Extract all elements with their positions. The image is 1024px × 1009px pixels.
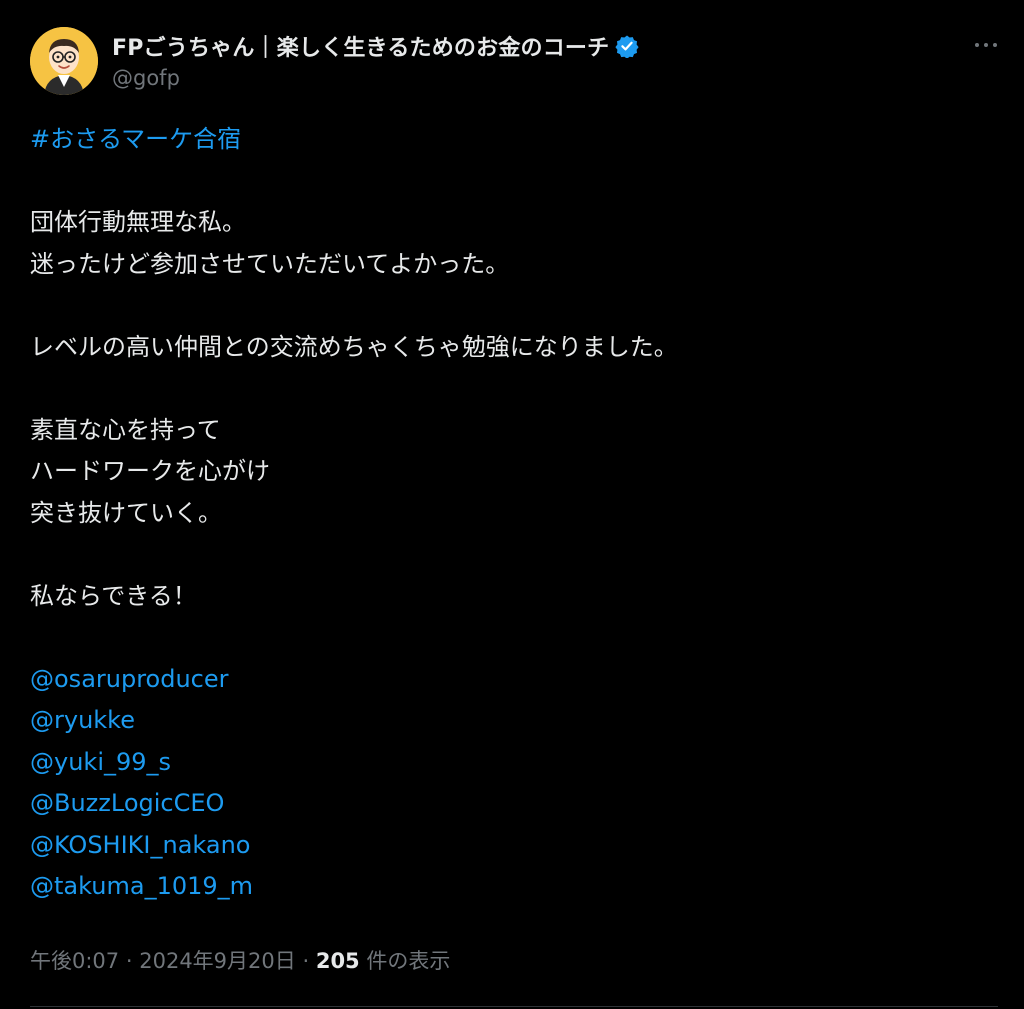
meta-separator: · (302, 949, 310, 973)
more-dot (993, 43, 997, 47)
divider (30, 1006, 998, 1007)
tweet-line: 団体行動無理な私。 (30, 208, 246, 236)
author-display-name[interactable]: FPごうちゃん｜楽しく生きるためのお金のコーチ (112, 30, 609, 62)
tweet-meta: 午後0:07 · 2024年9月20日 · 205 件の表示 (30, 944, 450, 978)
tweet-line: 私ならできる！ (30, 581, 197, 610)
verified-badge-icon (615, 34, 639, 59)
mention-link[interactable]: @ryukke (30, 700, 990, 742)
views-label: 件の表示 (366, 949, 451, 973)
mention-link[interactable]: @KOSHIKI_nakano (30, 825, 990, 867)
meta-separator: · (125, 949, 133, 973)
author-avatar[interactable] (30, 27, 98, 95)
tweet-time[interactable]: 午後0:07 (30, 949, 119, 973)
mention-link[interactable]: @takuma_1019_m (30, 866, 990, 908)
tweet-line: 突き抜けていく。 (30, 498, 222, 527)
mention-link[interactable]: @BuzzLogicCEO (30, 783, 990, 825)
tweet-line: 素直な心を持って (30, 415, 221, 444)
tweet-date[interactable]: 2024年9月20日 (139, 949, 296, 973)
more-dot (975, 43, 979, 47)
tweet-line: 迷ったけど参加させていただいてよかった。 (30, 249, 510, 278)
view-count: 205 (315, 949, 360, 973)
mention-link[interactable]: @osaruproducer (30, 659, 990, 701)
avatar-illustration-icon (30, 27, 98, 95)
more-dot (984, 43, 988, 47)
tweet-line: レベルの高い仲間との交流めちゃくちゃ勉強になりました。 (30, 332, 678, 361)
mention-link[interactable]: @yuki_99_s (30, 742, 990, 784)
tweet-text: #おさるマーケ合宿 団体行動無理な私。 迷ったけど参加させていただいてよかった。… (30, 119, 990, 908)
more-options-icon[interactable] (968, 30, 1004, 60)
tweet-line: ハードワークを心がけ (30, 457, 270, 485)
author-handle[interactable]: @gofp (112, 66, 180, 90)
tweet-card: FPごうちゃん｜楽しく生きるためのお金のコーチ @gofp #おさるマーケ合宿 … (0, 0, 1024, 1009)
author-name-row: FPごうちゃん｜楽しく生きるためのお金のコーチ (112, 30, 639, 62)
hashtag-link[interactable]: #おさるマーケ合宿 (30, 119, 990, 161)
